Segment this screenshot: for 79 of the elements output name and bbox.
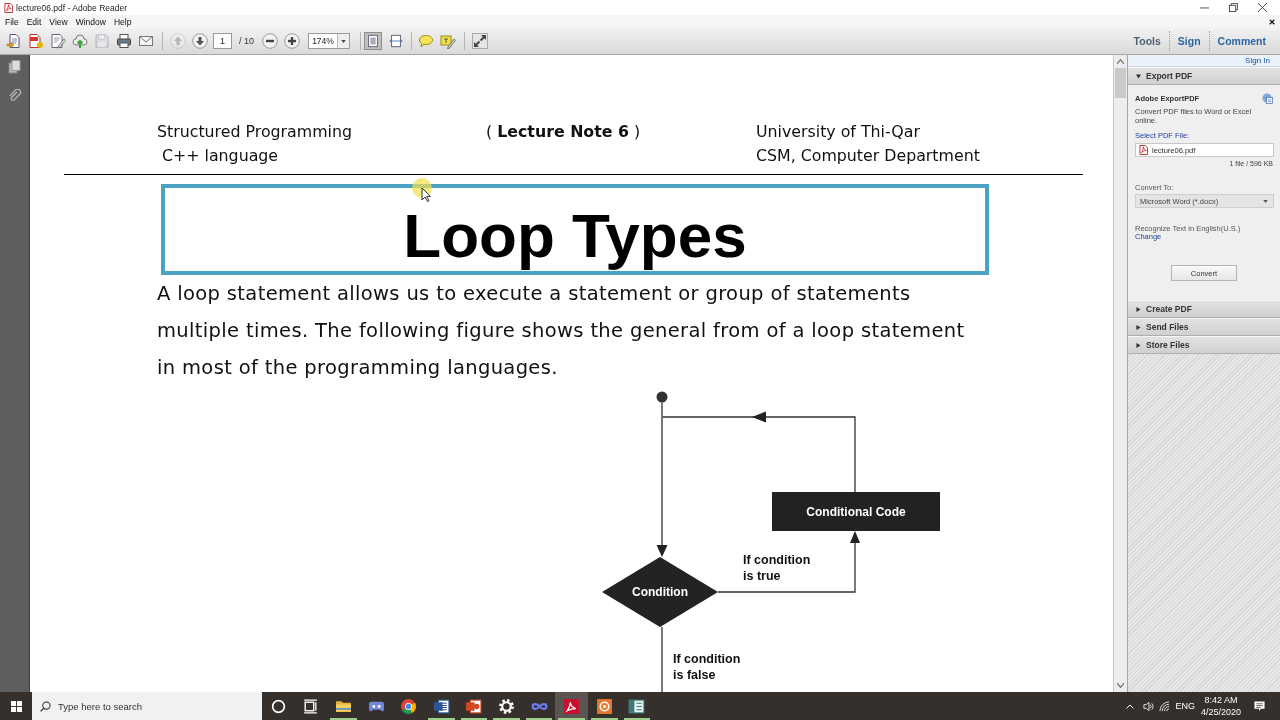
- ring-tile-icon: [595, 697, 613, 715]
- menu-item[interactable]: Edit: [26, 16, 42, 27]
- four-panes-icon[interactable]: [10, 700, 22, 712]
- pdf-tile-icon: [563, 697, 581, 715]
- zoom-out-icon[interactable]: [262, 33, 278, 49]
- branch-label: If condition is true: [743, 552, 812, 584]
- round-logo-icon: [400, 697, 418, 715]
- highlighter-icon[interactable]: [440, 33, 456, 49]
- menu-item[interactable]: Window: [75, 16, 106, 27]
- page-count: / 10: [239, 36, 254, 46]
- fit-width-icon: [389, 34, 403, 48]
- section-header[interactable]: Export PDF: [1128, 67, 1280, 85]
- branch-label: If condition is false: [673, 651, 742, 683]
- menu-item[interactable]: File: [5, 16, 19, 27]
- wifi-icon[interactable]: [1159, 700, 1171, 712]
- search-icon: [40, 700, 51, 712]
- clock-time[interactable]: 8:42 AM: [1204, 694, 1238, 706]
- pane-tab[interactable]: Tools: [1125, 35, 1169, 47]
- fit-width-button[interactable]: [387, 32, 405, 50]
- task-view-icon[interactable]: [302, 697, 320, 715]
- page-number-field[interactable]: 1: [213, 33, 232, 49]
- document-pencil-icon[interactable]: [50, 33, 66, 49]
- gear-icon: [497, 697, 515, 715]
- scroll-thumb[interactable]: [1115, 68, 1126, 98]
- chevron-up-icon[interactable]: [1126, 703, 1135, 709]
- slides-tile-icon: [465, 697, 483, 715]
- export-icon[interactable]: [1262, 93, 1273, 104]
- scroll-up-icon[interactable]: [1117, 59, 1124, 64]
- header-text: ( Lecture Note 6 ): [486, 121, 641, 143]
- print-icon[interactable]: [116, 33, 132, 49]
- paperclip-icon[interactable]: [7, 89, 22, 103]
- window-tile-icon: [628, 697, 646, 715]
- cursor-icon: [411, 178, 435, 202]
- restore-icon[interactable]: [1229, 3, 1238, 12]
- header-text: University of Thi-Qar: [756, 121, 920, 143]
- triangle-icon: [1136, 73, 1141, 79]
- triangle-icon: [1136, 324, 1141, 330]
- menu-item[interactable]: View: [49, 16, 68, 27]
- caret-icon: [1263, 199, 1268, 203]
- search-field[interactable]: Type here to search: [32, 692, 262, 720]
- section-header[interactable]: Store Files: [1128, 336, 1280, 354]
- start-node: [656, 391, 668, 403]
- body-paragraph: A loop statement allows us to execute a statement or group of statements multiple times. The following figure shows the general from of a loop statement in most of the programming languages.: [157, 281, 966, 381]
- header-text: Structured Programming: [157, 121, 352, 143]
- speaker-icon[interactable]: [1143, 700, 1155, 712]
- pane-tab[interactable]: Sign: [1169, 35, 1209, 47]
- pdf-document-icon[interactable]: [28, 33, 44, 49]
- pane-tab[interactable]: Comment: [1209, 35, 1274, 47]
- scroll-down-icon[interactable]: [1117, 683, 1124, 688]
- close-icon[interactable]: [1258, 3, 1267, 12]
- ring-icon[interactable]: [269, 697, 287, 715]
- fit-page-button[interactable]: [364, 32, 382, 50]
- triangle-icon: [1136, 306, 1141, 312]
- document-arrow-icon[interactable]: [6, 33, 22, 49]
- header-text: C++ language: [161, 145, 279, 167]
- sign-in-link[interactable]: Sign In: [1245, 56, 1270, 65]
- zoom-in-icon[interactable]: [284, 33, 300, 49]
- decision-node: Condition: [602, 557, 718, 627]
- pdf-file-icon: [1139, 145, 1148, 155]
- section-header[interactable]: Create PDF: [1128, 300, 1280, 318]
- language-indicator[interactable]: ENG: [1175, 701, 1195, 711]
- caret-icon: [341, 39, 346, 43]
- document-tile-icon: [432, 697, 450, 715]
- expand-icon[interactable]: [472, 33, 488, 49]
- menu-item[interactable]: Help: [113, 16, 132, 27]
- pages-icon[interactable]: [7, 60, 22, 74]
- triangle-icon: [1136, 342, 1141, 348]
- cloud-upload-icon[interactable]: [72, 33, 88, 49]
- window-title: lecture06.pdf - Adobe Reader: [16, 2, 128, 13]
- fit-page-icon: [366, 34, 380, 48]
- zoom-dropdown[interactable]: 174%: [308, 33, 350, 49]
- section-header[interactable]: Send Files: [1128, 318, 1280, 336]
- notification-icon[interactable]: [1254, 700, 1265, 712]
- close-icon[interactable]: [1269, 18, 1275, 25]
- process-node: Conditional Code: [772, 492, 940, 531]
- envelope-icon[interactable]: [138, 33, 154, 49]
- header-text: CSM, Computer Department: [756, 145, 980, 167]
- speech-bubble-icon[interactable]: [418, 33, 434, 49]
- clock-date[interactable]: 4/25/2020: [1200, 706, 1241, 718]
